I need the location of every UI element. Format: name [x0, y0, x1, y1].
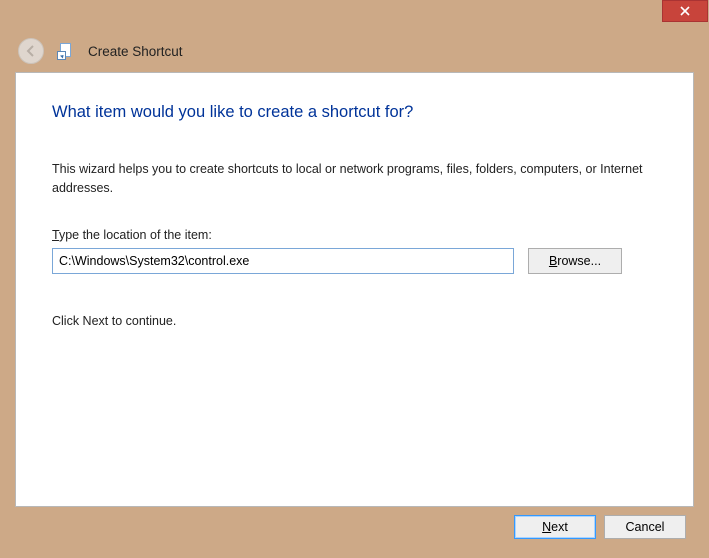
continue-instruction: Click Next to continue. [52, 314, 657, 328]
back-arrow-icon [24, 44, 38, 58]
location-input[interactable] [52, 248, 514, 274]
back-button[interactable] [18, 38, 44, 64]
next-button[interactable]: Next [514, 515, 596, 539]
location-row: Browse... [52, 248, 657, 274]
wizard-title: Create Shortcut [88, 44, 183, 59]
close-button[interactable] [662, 0, 708, 22]
close-icon [680, 6, 690, 16]
page-heading: What item would you like to create a sho… [52, 103, 657, 122]
shortcut-icon [58, 43, 74, 59]
location-label: Type the location of the item: [52, 228, 657, 242]
browse-button[interactable]: Browse... [528, 248, 622, 274]
cancel-button[interactable]: Cancel [604, 515, 686, 539]
header-bar: Create Shortcut [0, 30, 709, 72]
content-panel: What item would you like to create a sho… [15, 72, 694, 507]
titlebar [0, 0, 709, 30]
wizard-description: This wizard helps you to create shortcut… [52, 160, 657, 198]
footer-buttons: Next Cancel [15, 509, 694, 545]
